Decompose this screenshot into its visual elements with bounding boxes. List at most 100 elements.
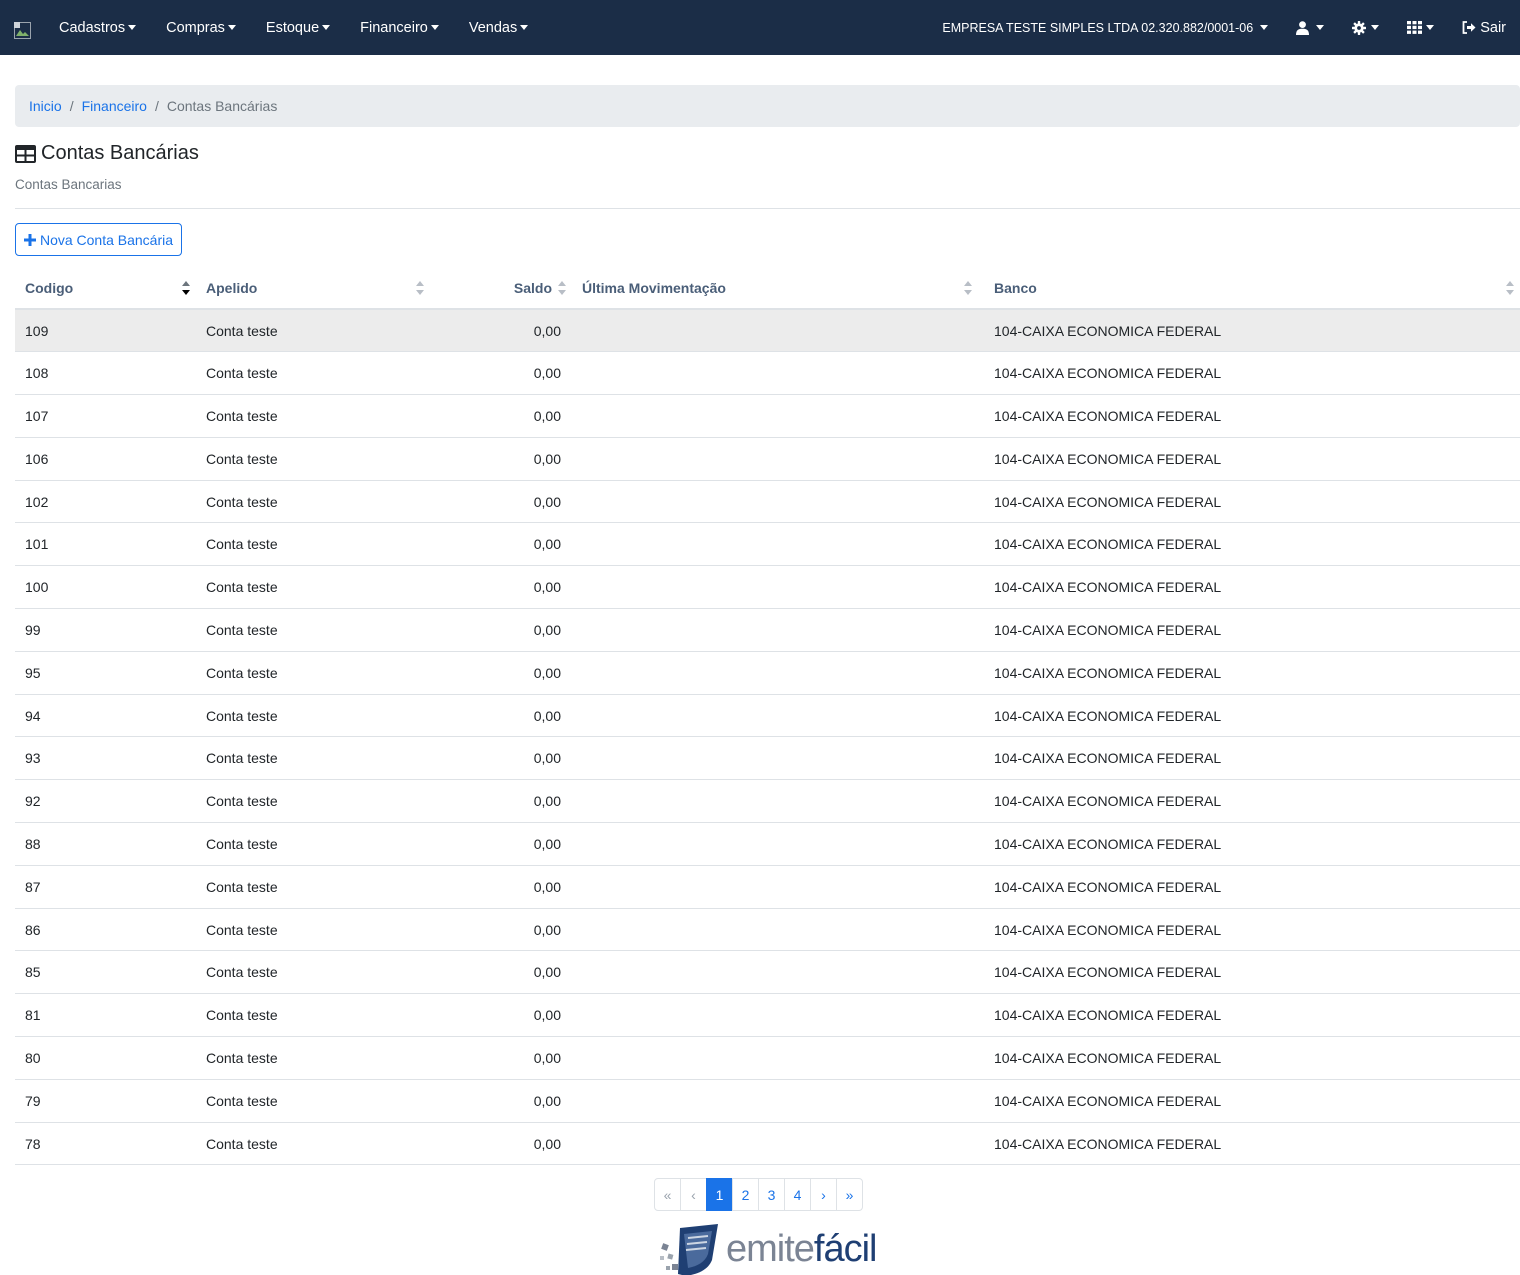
new-button-label: Nova Conta Bancária [39, 231, 174, 248]
cell-codigo: 79 [15, 1079, 196, 1123]
page-next-button[interactable]: › [810, 1178, 837, 1211]
cell-apelido: Conta teste [196, 1036, 430, 1080]
page-last-button[interactable]: » [836, 1178, 863, 1211]
cell-apelido: Conta teste [196, 608, 430, 652]
cell-ultima-movimentacao [566, 651, 978, 695]
page-3-button[interactable]: 3 [758, 1178, 785, 1211]
page-title: Contas Bancárias [15, 142, 199, 165]
apps-menu[interactable] [1407, 21, 1435, 34]
cell-codigo: 109 [15, 309, 196, 353]
menu-estoque[interactable]: Estoque [265, 19, 331, 36]
table-row[interactable]: 102 Conta teste 0,00 104-CAIXA ECONOMICA FE… [15, 480, 1520, 524]
table-row[interactable]: 78 Conta teste 0,00 104-CAIXA ECONOMICA FED… [15, 1122, 1520, 1166]
column-header-label: Banco [994, 279, 1037, 296]
cell-banco: 104-CAIXA ECONOMICA FEDERAL [978, 1122, 1520, 1166]
cell-codigo: 102 [15, 480, 196, 524]
cell-apelido: Conta teste [196, 865, 430, 909]
sort-icon [964, 280, 972, 295]
company-name: EMPRESA TESTE SIMPLES LTDA 02.320.882/00… [942, 20, 1254, 35]
cell-banco: 104-CAIXA ECONOMICA FEDERAL [978, 309, 1520, 353]
broken-image-icon[interactable] [14, 22, 31, 39]
breadcrumb-current: Contas Bancárias [166, 98, 278, 114]
column-header-apelido[interactable]: Apelido [196, 267, 430, 310]
cell-banco: 104-CAIXA ECONOMICA FEDERAL [978, 694, 1520, 738]
cell-banco: 104-CAIXA ECONOMICA FEDERAL [978, 865, 1520, 909]
page-2-button[interactable]: 2 [732, 1178, 759, 1211]
column-header-label: Última Movimentação [582, 279, 726, 296]
table-row[interactable]: 86 Conta teste 0,00 104-CAIXA ECONOMICA FED… [15, 908, 1520, 952]
column-header-codigo[interactable]: Codigo [15, 267, 196, 310]
table-row[interactable]: 99 Conta teste 0,00 104-CAIXA ECONOMICA FED… [15, 608, 1520, 652]
table-row[interactable]: 80 Conta teste 0,00 104-CAIXA ECONOMICA FED… [15, 1036, 1520, 1080]
logout-button[interactable]: Sair [1462, 20, 1506, 36]
menu-vendas[interactable]: Vendas [468, 19, 529, 36]
menu-label: Estoque [265, 19, 320, 36]
page-4-button[interactable]: 4 [784, 1178, 811, 1211]
table-row[interactable]: 88 Conta teste 0,00 104-CAIXA ECONOMICA FED… [15, 822, 1520, 866]
menu-financeiro[interactable]: Financeiro [360, 20, 439, 36]
table-row[interactable]: 108 Conta teste 0,00 104-CAIXA ECONOMICA FE… [15, 351, 1520, 396]
cell-saldo: 0,00 [430, 480, 566, 524]
cell-ultima-movimentacao [566, 993, 978, 1038]
new-bank-account-button[interactable]: Nova Conta Bancária [15, 223, 182, 256]
table-row[interactable]: 106 Conta teste 0,00 104-CAIXA ECONOMICA FE… [15, 437, 1520, 481]
column-header-label: Codigo [25, 279, 74, 296]
cell-banco: 104-CAIXA ECONOMICA FEDERAL [978, 480, 1520, 524]
breadcrumb-home-link[interactable]: Inicio [29, 98, 62, 114]
cell-apelido: Conta teste [196, 480, 430, 524]
table-row[interactable]: 79 Conta teste 0,00 104-CAIXA ECONOMICA FED… [15, 1079, 1520, 1123]
cell-saldo: 0,00 [430, 908, 566, 952]
table-row[interactable]: 95 Conta teste 0,00 104-CAIXA ECONOMICA FED… [15, 651, 1520, 695]
logout-label: Sair [1480, 19, 1506, 36]
cell-saldo: 0,00 [430, 437, 566, 481]
cell-saldo: 0,00 [430, 351, 566, 396]
cell-saldo: 0,00 [430, 993, 566, 1038]
cell-banco: 104-CAIXA ECONOMICA FEDERAL [978, 565, 1520, 610]
cell-saldo: 0,00 [430, 651, 566, 695]
caret-down-icon [1371, 25, 1380, 30]
cell-ultima-movimentacao [566, 1122, 978, 1166]
cell-codigo: 101 [15, 522, 196, 567]
caret-down-icon [520, 25, 529, 30]
menu-label: Vendas [468, 19, 518, 36]
table-row[interactable]: 94 Conta teste 0,00 104-CAIXA ECONOMICA FED… [15, 694, 1520, 738]
menu-compras[interactable]: Compras [166, 20, 236, 36]
cell-codigo: 99 [15, 608, 196, 652]
divider [15, 208, 1520, 209]
cell-saldo: 0,00 [430, 1122, 566, 1166]
table-row[interactable]: 107 Conta teste 0,00 104-CAIXA ECONOMICA FE… [15, 394, 1520, 438]
table-row[interactable]: 100 Conta teste 0,00 104-CAIXA ECONOMICA FE… [15, 565, 1520, 610]
cell-saldo: 0,00 [430, 309, 566, 353]
menu-cadastros[interactable]: Cadastros [59, 19, 137, 36]
table-row[interactable]: 85 Conta teste 0,00 104-CAIXA ECONOMICA FED… [15, 950, 1520, 995]
menu-label: Financeiro [360, 19, 428, 36]
cell-ultima-movimentacao [566, 694, 978, 738]
cell-ultima-movimentacao [566, 351, 978, 396]
user-menu[interactable] [1296, 20, 1325, 35]
table-row[interactable]: 87 Conta teste 0,00 104-CAIXA ECONOMICA FED… [15, 865, 1520, 909]
breadcrumb-financeiro-link[interactable]: Financeiro [82, 98, 147, 114]
table-row[interactable]: 81 Conta teste 0,00 104-CAIXA ECONOMICA FED… [15, 993, 1520, 1038]
cell-codigo: 80 [15, 1036, 196, 1080]
table-row[interactable]: 109 Conta teste 0,00 104-CAIXA ECONOMICA FE… [15, 309, 1520, 353]
company-selector[interactable]: EMPRESA TESTE SIMPLES LTDA 02.320.882/00… [942, 20, 1269, 35]
column-header-saldo[interactable]: Saldo [430, 267, 566, 310]
cell-apelido: Conta teste [196, 993, 430, 1038]
cell-apelido: Conta teste [196, 1079, 430, 1123]
column-header-banco[interactable]: Banco [978, 267, 1520, 310]
cell-ultima-movimentacao [566, 437, 978, 481]
settings-menu[interactable] [1352, 20, 1380, 35]
cell-ultima-movimentacao [566, 394, 978, 438]
table-row[interactable]: 93 Conta teste 0,00 104-CAIXA ECONOMICA FED… [15, 736, 1520, 781]
cell-codigo: 86 [15, 908, 196, 952]
cell-saldo: 0,00 [430, 822, 566, 866]
column-header-ultima-movimentacao[interactable]: Última Movimentação [566, 267, 978, 310]
cell-ultima-movimentacao [566, 736, 978, 781]
table-row[interactable]: 101 Conta teste 0,00 104-CAIXA ECONOMICA FE… [15, 522, 1520, 567]
table-row[interactable]: 92 Conta teste 0,00 104-CAIXA ECONOMICA FED… [15, 779, 1520, 824]
page-1-button[interactable]: 1 [706, 1178, 733, 1211]
page-first-button[interactable]: « [654, 1178, 681, 1211]
menu-label: Cadastros [59, 19, 126, 36]
cell-saldo: 0,00 [430, 608, 566, 652]
page-prev-button[interactable]: ‹ [680, 1178, 707, 1211]
